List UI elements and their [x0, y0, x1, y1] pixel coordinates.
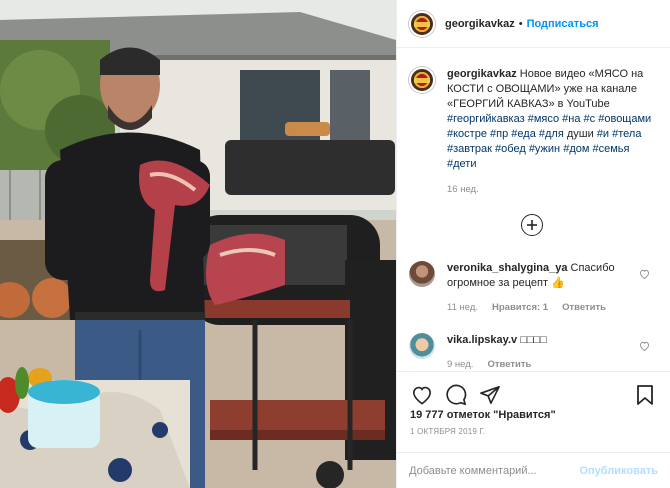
hashtag[interactable]: #завтрак: [447, 143, 492, 155]
comment-time[interactable]: 11 нед.: [447, 300, 478, 315]
comment-item: veronika_shalygina_ya Спасибо огромное з…: [409, 261, 660, 315]
add-comment-bar: Добавьте комментарий... Опубликовать: [397, 452, 670, 488]
hashtag[interactable]: #ужин: [529, 143, 560, 155]
post-caption: georgikavkaz Новое видео «МЯСО на КОСТИ …: [397, 49, 670, 197]
author-username[interactable]: georgikavkaz: [445, 18, 515, 30]
comment-item: vika.lipskay.v □□□□ 9 нед. Ответить: [409, 333, 660, 371]
comment-input[interactable]: Добавьте комментарий...: [409, 465, 579, 477]
action-icons: [397, 372, 670, 408]
comment-time[interactable]: 9 нед.: [447, 357, 473, 371]
post-actions: 19 777 отметок "Нравится" 1 ОКТЯБРЯ 2019…: [397, 371, 670, 441]
commenter-username[interactable]: veronika_shalygina_ya: [447, 262, 567, 274]
hashtag[interactable]: #еда: [511, 128, 536, 140]
comment-meta: 11 нед. Нравится: 1 Ответить: [447, 300, 647, 315]
post-sidebar: georgikavkaz • Подписаться georgikavkaz …: [396, 0, 670, 488]
commenter-avatar[interactable]: [409, 261, 435, 287]
hashtag[interactable]: #мясо: [528, 113, 559, 125]
follow-button[interactable]: Подписаться: [527, 18, 599, 30]
commenter-avatar[interactable]: [409, 333, 435, 359]
hashtag[interactable]: #на: [562, 113, 580, 125]
caption-avatar[interactable]: [409, 67, 435, 93]
hashtag[interactable]: #обед: [495, 143, 526, 155]
photo-illustration: [0, 0, 396, 488]
hashtag[interactable]: #овощами: [598, 113, 651, 125]
comments-section[interactable]: georgikavkaz Новое видео «МЯСО на КОСТИ …: [397, 49, 670, 371]
hashtag[interactable]: #пр: [490, 128, 508, 140]
hashtag[interactable]: #дети: [447, 158, 476, 170]
comment-heart-icon[interactable]: [639, 341, 650, 354]
caption-timestamp[interactable]: 16 нед.: [447, 182, 658, 197]
comment-body: veronika_shalygina_ya Спасибо огромное з…: [447, 261, 647, 315]
hashtag[interactable]: #семья: [592, 143, 629, 155]
comment-text: □□□□: [520, 334, 547, 346]
comment-icon[interactable]: [443, 384, 469, 406]
heart-icon[interactable]: [409, 384, 435, 406]
separator-dot: •: [518, 17, 523, 30]
hashtag[interactable]: #георгийкавказ: [447, 113, 525, 125]
hashtag[interactable]: #костре: [447, 128, 487, 140]
post-header: georgikavkaz • Подписаться: [397, 0, 670, 48]
commenter-username[interactable]: vika.lipskay.v: [447, 334, 517, 346]
caption-username[interactable]: georgikavkaz: [447, 68, 517, 80]
hashtag[interactable]: #и: [597, 128, 609, 140]
author-avatar[interactable]: [409, 10, 435, 37]
post-date[interactable]: 1 ОКТЯБРЯ 2019 Г.: [397, 427, 670, 436]
comment-body: vika.lipskay.v □□□□ 9 нед. Ответить: [447, 333, 647, 371]
hashtag[interactable]: #для: [539, 128, 564, 140]
load-more-comments-icon[interactable]: [521, 214, 543, 236]
caption-text: georgikavkaz Новое видео «МЯСО на КОСТИ …: [447, 67, 658, 197]
comment-meta: 9 нед. Ответить: [447, 357, 647, 371]
post-photo[interactable]: [0, 0, 396, 488]
hashtag[interactable]: #дом: [563, 143, 589, 155]
comment-likes[interactable]: Нравится: 1: [492, 300, 548, 315]
hashtag[interactable]: #тела: [612, 128, 641, 140]
hashtag[interactable]: #с: [584, 113, 596, 125]
publish-button[interactable]: Опубликовать: [579, 465, 658, 477]
likes-count[interactable]: 19 777 отметок "Нравится": [397, 409, 670, 421]
comment-heart-icon[interactable]: [639, 269, 650, 282]
caption-word: души: [566, 128, 594, 140]
share-icon[interactable]: [477, 384, 503, 406]
reply-button[interactable]: Ответить: [487, 357, 531, 371]
reply-button[interactable]: Ответить: [562, 300, 606, 315]
bookmark-icon[interactable]: [632, 384, 658, 406]
